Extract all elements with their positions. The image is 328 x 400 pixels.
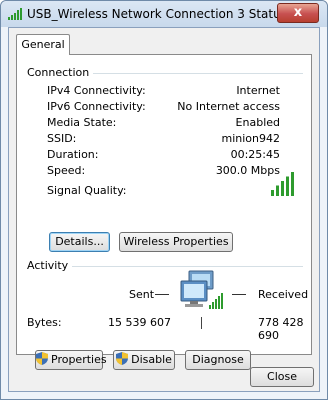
received-dash: [232, 294, 246, 295]
ipv4-label: IPv4 Connectivity:: [47, 84, 146, 97]
tab-general[interactable]: General: [16, 34, 70, 55]
signal-bar: [286, 176, 289, 196]
received-label: Received: [258, 288, 309, 301]
network-computer-icon: [180, 270, 223, 309]
general-tab-panel: Connection IPv4 Connectivity: Internet I…: [16, 54, 312, 370]
window-close-button[interactable]: x: [277, 3, 319, 23]
signal-bar: [291, 172, 294, 196]
dialog-client: General Connection IPv4 Connectivity: In…: [8, 27, 320, 392]
speed-label: Speed:: [47, 164, 86, 177]
ssid-value: minion942: [221, 132, 281, 145]
details-button[interactable]: Details...: [49, 232, 110, 252]
disable-button[interactable]: Disable: [113, 350, 175, 370]
close-button[interactable]: Close: [250, 367, 314, 387]
signal-bar: [276, 185, 279, 196]
sent-label: Sent: [129, 288, 155, 301]
duration-value: 00:25:45: [230, 148, 280, 161]
status-dialog: USB_Wireless Network Connection 3 Status…: [0, 0, 328, 400]
properties-button[interactable]: Properties: [35, 350, 107, 370]
close-icon: x: [293, 5, 303, 20]
sent-dash: [155, 294, 169, 295]
bytes-label: Bytes:: [27, 316, 62, 329]
disable-label: Disable: [131, 353, 172, 366]
signal-bar: [271, 190, 274, 196]
bytes-received-value: 778 428 690: [258, 316, 304, 342]
duration-label: Duration:: [47, 148, 99, 161]
uac-shield-icon: [116, 352, 129, 365]
connection-group-label: Connection: [27, 66, 94, 79]
wireless-signal-icon: [8, 8, 22, 20]
ssid-label: SSID:: [47, 132, 77, 145]
activity-group-label: Activity: [27, 259, 73, 272]
bytes-sent-value: 15 539 607: [108, 316, 171, 329]
uac-shield-icon: [36, 352, 48, 365]
properties-label: Properties: [51, 353, 107, 366]
title-bar[interactable]: USB_Wireless Network Connection 3 Status…: [1, 1, 327, 27]
signal-bar: [281, 181, 284, 196]
ipv4-value: Internet: [236, 84, 280, 97]
signal-quality-label: Signal Quality:: [47, 184, 127, 197]
media-state-label: Media State:: [47, 116, 117, 129]
ipv6-value: No Internet access: [177, 100, 280, 113]
window-title: USB_Wireless Network Connection 3 Status: [27, 7, 287, 21]
diagnose-button[interactable]: Diagnose: [185, 350, 251, 370]
signal-strength-icon: [271, 172, 294, 196]
media-state-value: Enabled: [235, 116, 280, 129]
ipv6-label: IPv6 Connectivity:: [47, 100, 146, 113]
bytes-separator: [201, 317, 202, 329]
wireless-properties-button[interactable]: Wireless Properties: [119, 232, 233, 252]
